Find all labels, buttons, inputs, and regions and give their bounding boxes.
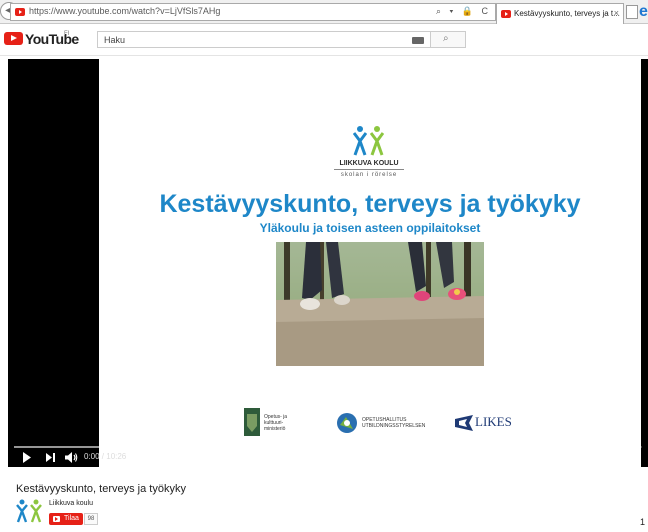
likes-text: LIKES [475,414,512,429]
play-icon[interactable] [22,451,32,464]
liikkuva-koulu-logo: LIIKKUVA KOULU skolan i rörelse [334,126,404,186]
video-title: Kestävyyskunto, terveys ja työkyky [16,483,186,495]
video-player[interactable]: LIIKKUVA KOULU skolan i rörelse Kestävyy… [8,59,648,467]
channel-name[interactable]: Liikkuva koulu [49,500,93,507]
likes-logo: LIKES [455,408,515,438]
country-code: FI [64,31,70,37]
time-display: 0:00 / 10:26 [84,452,127,461]
subscriber-count: 98 [84,513,98,525]
browser-tab[interactable]: Kestävyyskunto, terveys ja t... × [496,3,624,24]
lk-subtitle: skolan i rörelse [340,172,398,178]
runners-photo [276,242,484,366]
volume-icon[interactable] [64,451,78,464]
lk-figure-green-icon [370,126,384,156]
likes-flag-icon [455,415,473,431]
oph-logo: OPETUSHALLITUS UTBILDNINGSSTYRELSEN [336,408,426,438]
youtube-header: YouTube FI Haku ⌕ [0,24,648,54]
video-frame-slide: LIIKKUVA KOULU skolan i rörelse Kestävyy… [99,59,641,467]
channel-avatar[interactable] [16,499,44,523]
oph-line-2: UTBILDNINGSSTYRELSEN [362,423,426,429]
lk-name: LIIKKUVA KOULU [339,160,399,167]
okm-crest-icon [244,408,260,436]
tab-favicon-icon [501,10,511,18]
subscribe-label: Tilaa [64,515,79,522]
new-tab-button[interactable] [626,5,638,19]
player-controls: 0:00 / 10:26 [8,448,648,467]
slide-title: Kestävyyskunto, terveys ja työkyky [159,190,581,218]
oph-emblem-icon [337,413,357,433]
next-icon[interactable] [45,451,56,464]
ie-icon[interactable]: e [639,3,648,21]
search-button[interactable]: ⌕ [430,31,466,48]
youtube-favicon-icon [15,8,25,16]
search-placeholder: Haku [104,35,126,45]
lk-divider [334,169,404,170]
address-actions-icon[interactable]: ⌕ ▾ 🔒 C [436,6,491,17]
search-input[interactable]: Haku [97,31,431,48]
url-text: https://www.youtube.com/watch?v=LjVfSls7… [29,6,221,16]
view-count: 1 [640,517,646,527]
keyboard-icon[interactable] [412,37,424,44]
partner-logos: Opetus- ja kulttuuri- ministeriö OPETUSH… [99,408,641,440]
youtube-play-icon [4,32,23,45]
youtube-logo-text: YouTube [25,31,79,47]
subscribe-youtube-icon [53,516,60,522]
okm-logo: Opetus- ja kulttuuri- ministeriö [244,408,304,438]
lk-figure-blue-icon [353,126,367,156]
tab-title: Kestävyyskunto, terveys ja t... [514,9,620,18]
subscribe-button[interactable]: Tilaa [49,513,83,525]
search-icon: ⌕ [443,33,449,44]
okm-line-3: ministeriö [264,426,286,432]
tab-close-icon[interactable]: × [614,8,619,18]
browser-address-row: ◀ https://www.youtube.com/watch?v=LjVfSl… [0,0,648,24]
address-bar[interactable]: https://www.youtube.com/watch?v=LjVfSls7… [10,3,496,21]
header-divider [0,55,648,56]
slide-subtitle: Yläkoulu ja toisen asteen oppilaitokset [259,221,481,235]
